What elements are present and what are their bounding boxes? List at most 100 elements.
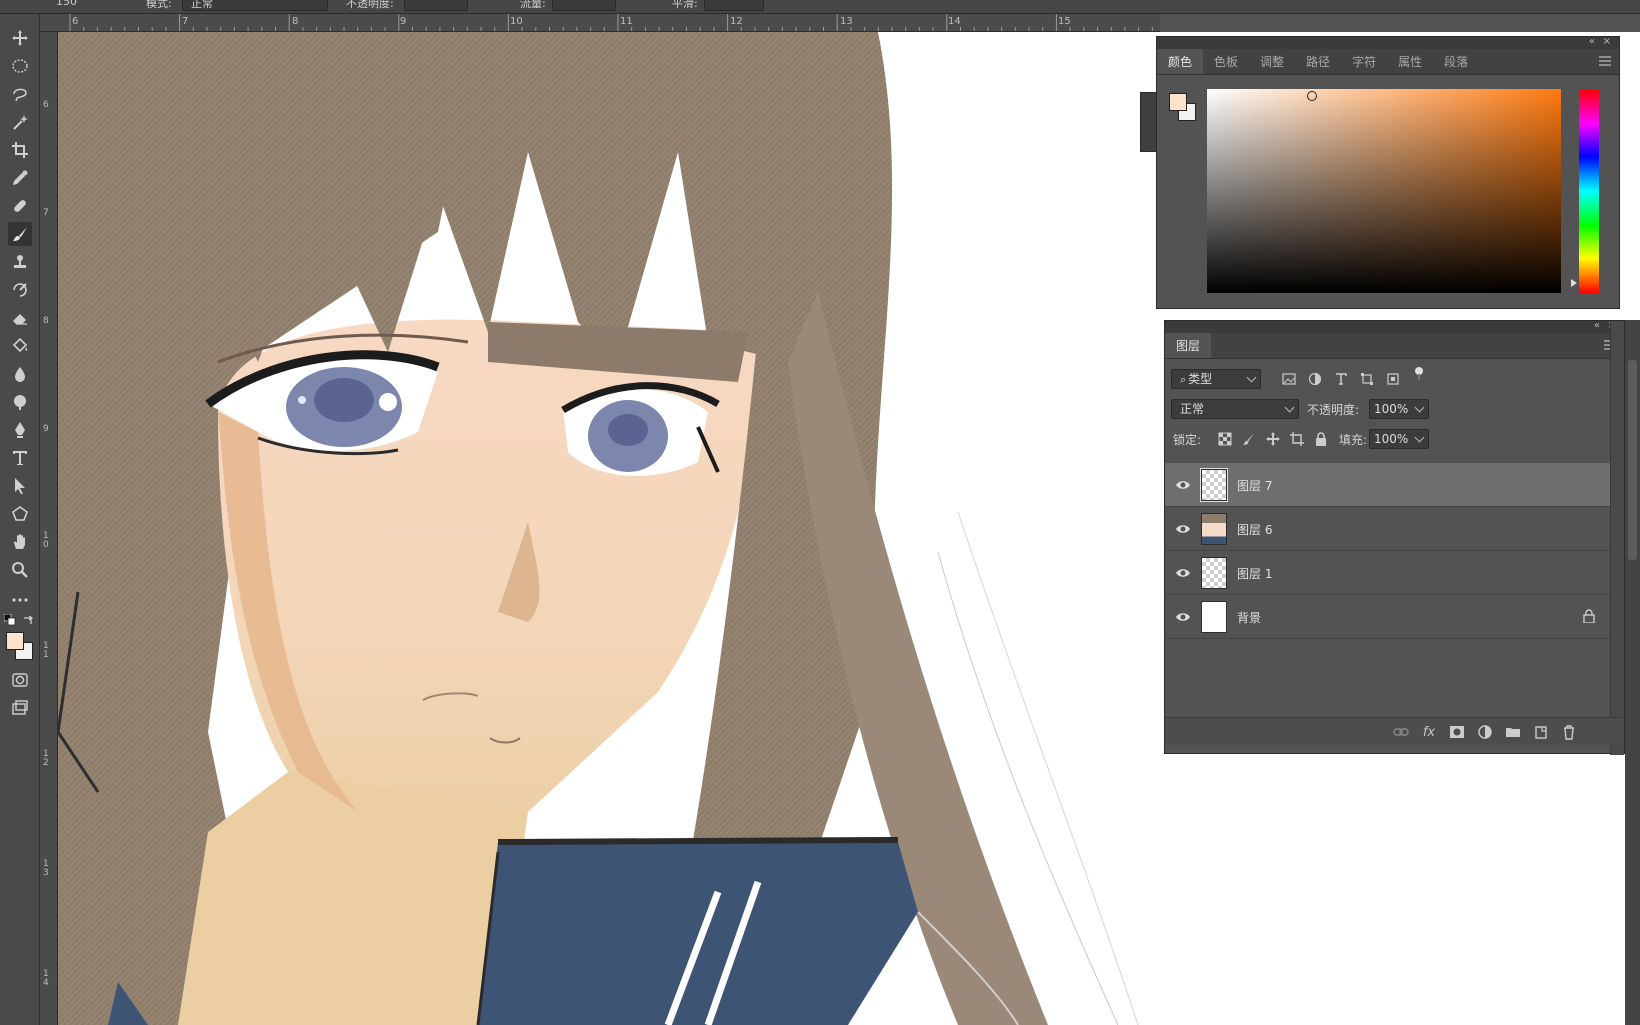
default-colors-icon[interactable] — [3, 613, 16, 626]
paint-bucket-icon[interactable] — [8, 334, 32, 358]
mode-dropdown[interactable]: 正常 — [182, 0, 328, 11]
history-brush-icon[interactable] — [8, 278, 32, 302]
panel-dock-scrollbar[interactable] — [1625, 320, 1640, 1025]
tab-adjustments[interactable]: 调整 — [1249, 49, 1295, 74]
tab-paths[interactable]: 路径 — [1295, 49, 1341, 74]
collapse-icon[interactable]: « — [1589, 36, 1595, 47]
filter-toggle-icon[interactable] — [1411, 365, 1427, 381]
tab-character[interactable]: 字符 — [1341, 49, 1387, 74]
chevron-down-icon — [1414, 402, 1425, 413]
filter-smart-object-icon[interactable] — [1385, 371, 1401, 387]
blend-mode-dropdown[interactable]: 正常 — [1171, 399, 1299, 419]
lock-all-icon[interactable] — [1313, 431, 1329, 447]
visibility-eye-icon[interactable] — [1175, 521, 1191, 537]
move-tool-icon[interactable] — [8, 26, 32, 50]
hand-tool-icon[interactable] — [8, 530, 32, 554]
link-icon[interactable] — [1393, 724, 1409, 740]
picker-cursor[interactable] — [1307, 91, 1317, 101]
layer-name[interactable]: 图层 1 — [1237, 565, 1272, 582]
layers-scrollbar[interactable] — [1610, 321, 1624, 755]
layer-name[interactable]: 图层 6 — [1237, 521, 1272, 538]
more-tools-icon[interactable] — [8, 588, 32, 612]
zoom-tool-icon[interactable] — [8, 558, 32, 582]
clone-stamp-icon[interactable] — [8, 250, 32, 274]
crop-tool-icon[interactable] — [8, 138, 32, 162]
close-icon[interactable]: × — [1603, 36, 1611, 47]
eyedropper-icon[interactable] — [8, 166, 32, 190]
layers-panel: « × 图层 ⌕类型 正常 不透明度: 100% 锁定: 填充: 100% 图层… — [1164, 320, 1625, 755]
layer-thumbnail — [1201, 601, 1227, 633]
layer-row[interactable]: 图层 6 — [1165, 507, 1610, 551]
brush-tool-icon[interactable] — [8, 222, 32, 246]
visibility-eye-icon[interactable] — [1175, 477, 1191, 493]
filter-type-icon[interactable] — [1333, 371, 1349, 387]
fx-icon[interactable]: fx — [1421, 724, 1437, 740]
smoothing-option-label: 平滑: — [672, 0, 698, 10]
healing-brush-icon[interactable] — [8, 194, 32, 218]
fill-input[interactable]: 100% — [1369, 429, 1429, 449]
type-tool-icon[interactable] — [8, 446, 32, 470]
search-icon: ⌕ — [1180, 373, 1187, 386]
layer-name[interactable]: 背景 — [1237, 609, 1261, 626]
swap-colors-icon[interactable] — [22, 614, 34, 626]
adjustment-icon[interactable] — [1477, 724, 1493, 740]
lock-icon[interactable] — [1582, 609, 1596, 623]
opacity-label: 不透明度: — [1307, 403, 1360, 417]
layer-row[interactable]: 背景 — [1165, 595, 1610, 639]
filter-pixel-icon[interactable] — [1281, 371, 1297, 387]
ruler-label: 1 1 — [43, 641, 49, 660]
flow-option-field[interactable] — [552, 0, 616, 11]
blur-tool-icon[interactable] — [8, 362, 32, 386]
shape-tool-icon[interactable] — [8, 502, 32, 526]
new-layer-icon[interactable] — [1533, 724, 1549, 740]
flow-option-label: 流量: — [520, 0, 546, 10]
foreground-color-swatch[interactable] — [1169, 93, 1187, 111]
lock-position-icon[interactable] — [1265, 431, 1281, 447]
ruler-label: 12 — [730, 16, 743, 27]
lock-image-pixels-icon[interactable] — [1241, 431, 1257, 447]
tab-color[interactable]: 颜色 — [1157, 49, 1204, 74]
hue-slider-handle-icon[interactable] — [1571, 279, 1577, 287]
dodge-tool-icon[interactable] — [8, 390, 32, 414]
opacity-input[interactable]: 100% — [1369, 399, 1429, 419]
fill-label: 填充: — [1339, 433, 1368, 447]
hue-slider[interactable] — [1579, 89, 1599, 293]
mask-icon[interactable] — [1449, 724, 1465, 740]
lasso-tool-icon[interactable] — [8, 82, 32, 106]
vertical-ruler: 6 7 8 9 1 0 1 1 1 2 1 3 1 4 — [40, 32, 58, 1025]
tab-swatches[interactable]: 色板 — [1203, 49, 1249, 74]
panel-menu-icon[interactable] — [1599, 56, 1611, 66]
filter-adjustment-icon[interactable] — [1307, 371, 1323, 387]
layer-name[interactable]: 图层 7 — [1237, 477, 1272, 494]
quick-mask-icon[interactable] — [8, 668, 32, 692]
layer-row[interactable]: 图层 7 — [1165, 463, 1610, 507]
folder-icon[interactable] — [1505, 724, 1521, 740]
visibility-eye-icon[interactable] — [1175, 565, 1191, 581]
magic-wand-icon[interactable] — [8, 110, 32, 134]
screen-mode-icon[interactable] — [8, 696, 32, 720]
tab-properties[interactable]: 属性 — [1387, 49, 1433, 74]
smoothing-option-field[interactable] — [704, 0, 764, 11]
tab-layers[interactable]: 图层 — [1165, 333, 1212, 358]
marquee-tool-icon[interactable] — [8, 54, 32, 78]
color-field-picker[interactable] — [1207, 89, 1561, 293]
scrollbar-thumb[interactable] — [1628, 360, 1637, 560]
visibility-eye-icon[interactable] — [1175, 609, 1191, 625]
opacity-option-field[interactable] — [404, 0, 468, 11]
collapse-icon[interactable]: « — [1594, 320, 1600, 331]
ruler-label: 1 2 — [43, 749, 49, 768]
layer-thumbnail — [1201, 557, 1227, 589]
brush-size-readout: 150 — [56, 0, 77, 8]
tab-paragraph[interactable]: 段落 — [1433, 49, 1479, 74]
trash-icon[interactable] — [1561, 724, 1577, 740]
eraser-tool-icon[interactable] — [8, 306, 32, 330]
foreground-color-swatch[interactable] — [6, 632, 24, 650]
layer-filter-dropdown[interactable]: ⌕ 类型 — [1171, 369, 1261, 389]
pen-tool-icon[interactable] — [8, 418, 32, 442]
path-select-icon[interactable] — [8, 474, 32, 498]
filter-shape-icon[interactable] — [1359, 371, 1375, 387]
lock-transparent-pixels-icon[interactable] — [1217, 431, 1233, 447]
ruler-label: 1 3 — [43, 859, 49, 878]
layer-row[interactable]: 图层 1 — [1165, 551, 1610, 595]
lock-artboard-icon[interactable] — [1289, 431, 1305, 447]
